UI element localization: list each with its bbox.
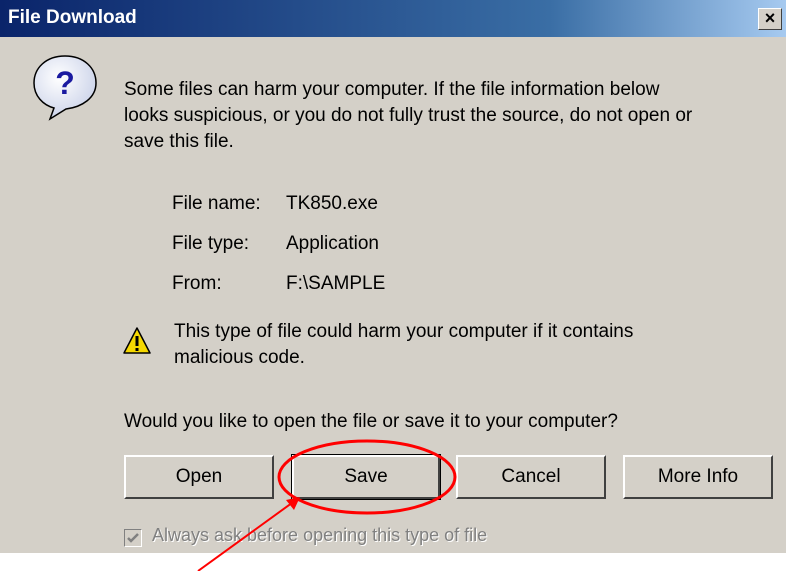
message-line-2: looks suspicious, or you do not fully tr… xyxy=(124,105,693,126)
file-name-label: File name: xyxy=(172,193,261,214)
warning-line-2: malicious code. xyxy=(174,347,305,368)
from-value: F:\SAMPLE xyxy=(286,273,386,294)
message-line-1: Some files can harm your computer. If th… xyxy=(124,79,660,100)
title-bar: File Download × xyxy=(0,0,786,37)
message-line-3: save this file. xyxy=(124,131,234,152)
always-ask-label: Always ask before opening this type of f… xyxy=(152,525,488,545)
close-button[interactable]: × xyxy=(758,8,782,30)
warning-icon xyxy=(123,327,151,354)
file-download-dialog: File Download × ? Some files can harm yo… xyxy=(0,0,786,571)
warning-line-1: This type of file could harm your comput… xyxy=(174,321,634,342)
more-info-button[interactable]: More Info xyxy=(623,455,773,499)
always-ask-checkbox[interactable] xyxy=(124,529,142,547)
file-name-value: TK850.exe xyxy=(286,193,378,214)
page-margin-bottom xyxy=(0,553,787,571)
question-balloon-icon: ? xyxy=(33,55,97,121)
open-button[interactable]: Open xyxy=(124,455,274,499)
svg-text:?: ? xyxy=(55,65,75,101)
cancel-button[interactable]: Cancel xyxy=(456,455,606,499)
file-type-value: Application xyxy=(286,233,379,254)
from-label: From: xyxy=(172,273,222,294)
file-type-label: File type: xyxy=(172,233,250,254)
question-text: Would you like to open the file or save … xyxy=(124,411,618,432)
save-button[interactable]: Save xyxy=(291,454,441,500)
window-title: File Download xyxy=(8,7,137,28)
checkmark-icon xyxy=(127,533,139,543)
